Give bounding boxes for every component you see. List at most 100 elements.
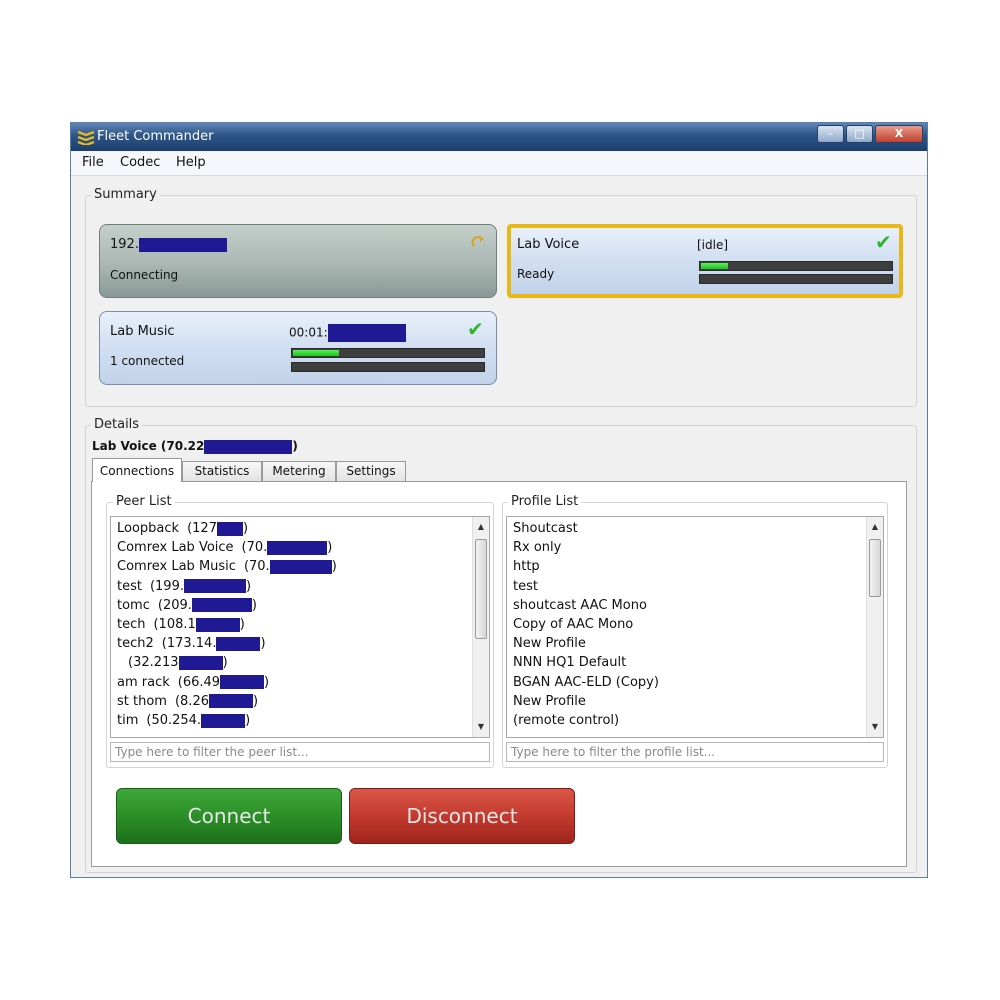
check-icon: ✔ xyxy=(467,317,484,341)
peer-address-close: ) xyxy=(331,559,337,575)
profile-list-item[interactable]: Rx only xyxy=(513,540,561,555)
peer-list-item[interactable]: tim (50.254.) xyxy=(117,713,250,728)
profile-list-item[interactable]: http xyxy=(513,559,540,574)
level-meter xyxy=(291,362,485,372)
codec-card-name: Lab Voice xyxy=(517,237,580,252)
profile-list-scrollbar[interactable]: ▲ ▼ xyxy=(866,517,883,737)
level-meter xyxy=(291,348,485,358)
codec-card-time: [idle] xyxy=(697,238,729,252)
scroll-thumb[interactable] xyxy=(869,539,881,597)
codec-card-status: 1 connected xyxy=(110,354,185,368)
close-icon: X xyxy=(894,127,904,140)
peer-address-close: ) xyxy=(253,693,259,709)
profile-list-label: Profile List xyxy=(508,494,582,509)
level-meter-fill xyxy=(293,350,340,356)
scroll-up-icon[interactable]: ▲ xyxy=(473,519,489,535)
maximize-button[interactable]: □ xyxy=(846,125,873,143)
scroll-thumb[interactable] xyxy=(475,539,487,639)
codec-card-lab-music[interactable]: Lab Music 00:01: ✔ 1 connected xyxy=(99,311,497,385)
profile-list-item[interactable]: (remote control) xyxy=(513,713,619,728)
check-icon: ✔ xyxy=(875,230,892,254)
peer-address-close: ) xyxy=(246,578,252,594)
codec-card-connecting[interactable]: 192. Connecting xyxy=(99,224,497,298)
tab-statistics[interactable]: Statistics xyxy=(182,461,262,481)
scroll-down-icon[interactable]: ▼ xyxy=(473,719,489,735)
maximize-icon: □ xyxy=(854,127,865,140)
peer-list[interactable]: ▲ ▼ Loopback (127) Comrex Lab Voice (70.) Co… xyxy=(110,516,490,738)
menu-help[interactable]: Help xyxy=(176,155,206,170)
redacted-address xyxy=(184,579,246,594)
peer-list-item[interactable]: Loopback (127) xyxy=(117,521,248,536)
menu-file[interactable]: File xyxy=(82,155,104,170)
redacted-address xyxy=(201,713,246,728)
profile-list-item[interactable]: shoutcast AAC Mono xyxy=(513,598,647,613)
redacted-address xyxy=(138,237,227,252)
peer-list-item[interactable]: tomc (209.) xyxy=(117,598,257,613)
peer-list-scrollbar[interactable]: ▲ ▼ xyxy=(472,517,489,737)
redacted-address xyxy=(178,655,223,670)
tab-connections[interactable]: Connections xyxy=(92,458,182,482)
profile-list-item[interactable]: BGAN AAC-ELD (Copy) xyxy=(513,675,659,690)
redacted-address xyxy=(269,559,332,574)
peer-address: (70. xyxy=(243,559,270,575)
peer-address: (108.1 xyxy=(153,617,196,632)
peer-name: am rack xyxy=(117,674,170,690)
peer-list-item[interactable]: tech (108.1) xyxy=(117,617,245,632)
window-title: Fleet Commander xyxy=(97,129,214,144)
menu-codec[interactable]: Codec xyxy=(120,155,160,170)
peer-address: (32.213 xyxy=(128,655,179,671)
peer-address: (8.26 xyxy=(174,693,209,709)
profile-list-item[interactable]: New Profile xyxy=(513,694,586,709)
peer-filter-input[interactable] xyxy=(110,742,490,762)
peer-address: (66.49 xyxy=(177,674,221,690)
scroll-up-icon[interactable]: ▲ xyxy=(867,519,883,535)
profile-filter-input[interactable] xyxy=(506,742,884,762)
tab-settings[interactable]: Settings xyxy=(336,461,406,481)
profile-list-item[interactable]: Copy of AAC Mono xyxy=(513,617,633,632)
level-meter xyxy=(699,261,893,271)
peer-list-item[interactable]: test (199.) xyxy=(117,579,251,594)
peer-address: (173.14. xyxy=(161,636,217,652)
minimize-button[interactable]: – xyxy=(817,125,844,143)
peer-address-close: ) xyxy=(251,597,257,613)
profile-list[interactable]: ▲ ▼ Shoutcast Rx only http test shoutcast AA… xyxy=(506,516,884,738)
peer-address-close: ) xyxy=(239,617,245,632)
summary-label: Summary xyxy=(91,187,160,202)
profile-list-item[interactable]: New Profile xyxy=(513,636,586,651)
profile-list-item[interactable]: test xyxy=(513,579,538,594)
peer-name: test xyxy=(117,578,142,594)
peer-address-close: ) xyxy=(264,674,270,690)
redacted-address xyxy=(267,540,328,555)
details-label: Details xyxy=(91,417,143,432)
app-logo-icon xyxy=(77,130,95,145)
peer-list-item[interactable]: st thom (8.26) xyxy=(117,694,258,709)
peer-address: (199. xyxy=(149,578,184,594)
peer-address-close: ) xyxy=(222,655,228,671)
close-button[interactable]: X xyxy=(875,125,923,143)
redacted-time xyxy=(327,324,406,342)
peer-name: Comrex Lab Voice xyxy=(117,540,234,556)
connect-button[interactable]: Connect xyxy=(116,788,342,844)
peer-address: (50.254. xyxy=(146,713,202,728)
peer-list-item[interactable]: tech2 (173.14.) xyxy=(117,636,266,651)
peer-list-item[interactable]: Comrex Lab Music (70.) xyxy=(117,559,337,574)
peer-list-item[interactable]: (32.213) xyxy=(128,655,228,670)
peer-list-item[interactable]: am rack (66.49) xyxy=(117,675,269,690)
codec-card-status: Connecting xyxy=(110,268,179,282)
peer-list-item[interactable]: Comrex Lab Voice (70.) xyxy=(117,540,332,555)
redacted-address xyxy=(216,521,243,536)
peer-list-label: Peer List xyxy=(113,494,175,509)
redacted-address xyxy=(209,694,253,709)
codec-card-lab-voice[interactable]: Lab Voice [idle] ✔ Ready xyxy=(507,224,903,298)
peer-name: tech2 xyxy=(117,636,154,652)
tab-metering[interactable]: Metering xyxy=(262,461,336,481)
selected-codec-title: Lab Voice (70.22) xyxy=(92,439,298,454)
peer-address: (70. xyxy=(241,540,268,556)
disconnect-button[interactable]: Disconnect xyxy=(349,788,575,844)
scroll-down-icon[interactable]: ▼ xyxy=(867,719,883,735)
profile-list-item[interactable]: NNN HQ1 Default xyxy=(513,655,626,670)
details-tabs: Connections Statistics Metering Settings xyxy=(92,458,492,483)
title-bar[interactable]: Fleet Commander – □ X xyxy=(71,123,927,151)
profile-list-item[interactable]: Shoutcast xyxy=(513,521,578,536)
connections-panel: Peer List ▲ ▼ Loopback (127) Comrex Lab Vo… xyxy=(91,481,907,867)
